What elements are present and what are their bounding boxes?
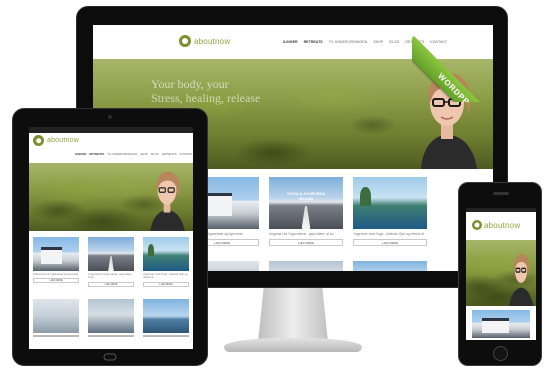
logo-text: aboutnow bbox=[194, 36, 231, 46]
hero-banner bbox=[29, 163, 193, 231]
logo-text: aboutnow bbox=[484, 220, 521, 230]
nav-item[interactable]: Blog bbox=[151, 152, 159, 156]
read-more-button[interactable]: Læs mere bbox=[143, 281, 189, 287]
nav-item[interactable]: Ilinger bbox=[283, 40, 298, 44]
camera-icon bbox=[108, 115, 112, 119]
speaker-icon bbox=[493, 192, 509, 195]
read-more-button[interactable]: Læs mere bbox=[269, 239, 343, 246]
read-more-button[interactable]: Læs mere bbox=[353, 239, 427, 246]
retreat-thumbnail[interactable]: YOGA & AYURVEDA ISLAND bbox=[269, 177, 343, 229]
iphone-screen: aboutnow bbox=[466, 208, 536, 340]
retreat-thumbnail[interactable] bbox=[33, 299, 79, 333]
retreat-card[interactable]: Velkommen til Yogaretreat og Ayurveda Læ… bbox=[33, 237, 79, 284]
home-button-icon[interactable] bbox=[103, 353, 117, 361]
imac-stand bbox=[258, 288, 328, 342]
retreat-thumbnail[interactable] bbox=[143, 237, 189, 271]
logo-sun-icon bbox=[179, 35, 191, 47]
retreat-caption: Ungarsk Hot Yoga retreat - gaa videre, a… bbox=[269, 232, 334, 236]
retreat-thumbnail[interactable] bbox=[353, 177, 427, 229]
hero-tagline-line: Your body, your bbox=[151, 77, 229, 91]
nav-item[interactable]: Til undervisningen bbox=[329, 40, 368, 44]
retreat-card[interactable] bbox=[33, 299, 79, 337]
site-header: aboutnow bbox=[466, 212, 536, 240]
nav-item[interactable]: Retreats bbox=[162, 152, 177, 156]
home-button-icon[interactable] bbox=[493, 346, 508, 361]
logo-text: aboutnow bbox=[47, 137, 79, 144]
site-logo[interactable]: aboutnow bbox=[472, 220, 520, 230]
thumbnail-overlay-text: YOGA & AYURVEDA ISLAND bbox=[273, 191, 339, 201]
retreat-thumbnail[interactable] bbox=[143, 299, 189, 333]
iphone-device: aboutnow bbox=[458, 182, 542, 366]
read-more-button[interactable]: Læs mere bbox=[33, 278, 79, 284]
retreat-thumbnail[interactable] bbox=[88, 237, 134, 271]
retreat-thumbnail[interactable] bbox=[33, 237, 79, 271]
hero-banner bbox=[466, 240, 536, 306]
nav-item[interactable]: Retreats bbox=[89, 152, 104, 156]
nav-item[interactable]: Shop bbox=[373, 40, 383, 44]
retreat-card[interactable] bbox=[88, 299, 134, 337]
nav-item[interactable]: Retreats bbox=[304, 40, 323, 44]
retreat-caption: Yoga ferie med Yoga - helende Gjet og re… bbox=[143, 273, 188, 280]
hero-tagline: Your body, your Stress, healing, release bbox=[151, 77, 260, 105]
woman-portrait-image bbox=[509, 254, 534, 306]
nav-item[interactable]: Blog bbox=[389, 40, 399, 44]
responsive-device-mockup: aboutnow Ilinger Retreats Til undervisni… bbox=[0, 0, 545, 369]
nav-item[interactable]: Kontakt bbox=[180, 152, 193, 156]
caption-placeholder bbox=[143, 335, 189, 337]
retreat-caption: Ungarsk Hot Yoga retreat - gaa videre, a… bbox=[88, 273, 133, 280]
retreat-caption: Yoga ferie med Yoga - helende Gjet og re… bbox=[353, 232, 424, 236]
retreat-card[interactable]: YOGA & AYURVEDA ISLAND Ungarsk Hot Yoga … bbox=[269, 177, 343, 246]
retreat-caption: Velkommen til Yogaretreat og Ayurveda bbox=[33, 273, 79, 276]
site-logo[interactable]: aboutnow bbox=[33, 135, 79, 146]
logo-sun-icon bbox=[33, 135, 44, 146]
wordpress-ribbon: WORDPRESS bbox=[412, 6, 508, 102]
retreat-thumbnail[interactable] bbox=[472, 310, 530, 338]
read-more-button[interactable]: Læs mere bbox=[88, 281, 134, 287]
retreat-card[interactable]: Yoga ferie med Yoga - helende Gjet og re… bbox=[143, 237, 189, 287]
logo-sun-icon bbox=[472, 220, 482, 230]
imac-stand-base bbox=[224, 338, 362, 352]
woman-portrait-image bbox=[150, 171, 185, 231]
ribbon-band: WORDPRESS bbox=[412, 36, 508, 102]
retreat-card[interactable]: Ungarsk Hot Yoga retreat - gaa videre, a… bbox=[88, 237, 134, 287]
retreat-card[interactable]: Yoga ferie med Yoga - helende Gjet og re… bbox=[353, 177, 427, 246]
overlay-line: ISLAND bbox=[298, 196, 314, 201]
nav-item[interactable]: Shop bbox=[140, 152, 148, 156]
ribbon-label: WORDPRESS bbox=[436, 71, 485, 102]
caption-placeholder bbox=[88, 335, 134, 337]
nav-item[interactable]: Ilinger bbox=[75, 152, 86, 156]
nav-item[interactable]: Til undervisningen bbox=[107, 152, 137, 156]
site-logo[interactable]: aboutnow bbox=[179, 35, 230, 47]
retreat-card[interactable] bbox=[143, 299, 189, 337]
main-nav: Ilinger Retreats Til undervisningen Shop… bbox=[75, 152, 193, 156]
caption-placeholder bbox=[33, 335, 79, 337]
ipad-screen: aboutnow Ilinger Retreats Til undervisni… bbox=[29, 127, 193, 349]
site-header: aboutnow Ilinger Retreats Til undervisni… bbox=[29, 133, 193, 163]
ipad-device: aboutnow Ilinger Retreats Til undervisni… bbox=[12, 108, 208, 366]
retreat-thumbnail[interactable] bbox=[88, 299, 134, 333]
hero-tagline-line: Stress, healing, release bbox=[151, 91, 261, 105]
